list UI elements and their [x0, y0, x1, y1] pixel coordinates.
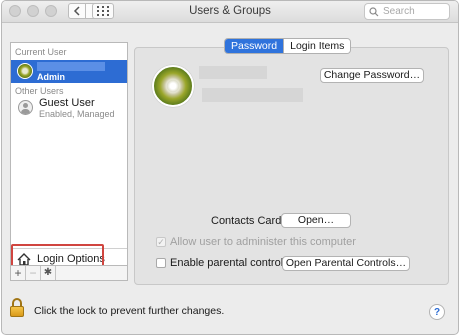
redacted-account-name: [202, 88, 303, 102]
guest-user-icon: [18, 100, 33, 115]
open-contacts-card-button[interactable]: Open…: [281, 213, 351, 228]
guest-user-status: Enabled, Managed: [39, 109, 115, 119]
user-picture[interactable]: [152, 65, 194, 107]
lock-status-text: Click the lock to prevent further change…: [34, 305, 225, 317]
parental-controls-label: Enable parental controls: [170, 257, 289, 269]
sidebar-item-current-user[interactable]: Admin: [11, 60, 127, 83]
sidebar-item-guest-user[interactable]: Guest User Enabled, Managed: [11, 96, 127, 120]
user-role-label: Admin: [37, 72, 65, 82]
search-input[interactable]: [383, 6, 443, 17]
gear-icon[interactable]: ✱: [41, 266, 56, 280]
parental-controls-row[interactable]: Enable parental controls: [156, 257, 289, 269]
lock-icon[interactable]: [10, 298, 24, 318]
tab-password[interactable]: Password: [225, 39, 284, 53]
parental-controls-checkbox[interactable]: [156, 258, 166, 268]
guest-user-name: Guest User: [39, 97, 95, 109]
remove-user-button[interactable]: −: [26, 266, 41, 280]
avatar: [17, 63, 33, 79]
allow-admin-row: ✓ Allow user to administer this computer: [156, 236, 356, 248]
open-parental-controls-button[interactable]: Open Parental Controls…: [282, 256, 410, 271]
tab-login-items[interactable]: Login Items: [283, 39, 351, 53]
redacted-full-name: [199, 66, 267, 79]
title-bar: Users & Groups: [2, 1, 458, 23]
help-button[interactable]: ?: [429, 304, 445, 320]
sidebar-controls: + − ✱: [10, 265, 128, 281]
search-field[interactable]: [364, 3, 450, 20]
tab-bar: Password Login Items: [224, 38, 352, 54]
allow-admin-checkbox: ✓: [156, 236, 166, 247]
add-user-button[interactable]: +: [11, 266, 26, 280]
search-icon: [369, 6, 379, 16]
current-user-header: Current User: [15, 47, 67, 57]
contacts-card-label: Contacts Card:: [211, 215, 285, 227]
other-users-header: Other Users: [15, 86, 64, 96]
allow-admin-label: Allow user to administer this computer: [170, 236, 356, 248]
change-password-button[interactable]: Change Password…: [320, 68, 424, 83]
redacted-username: [37, 62, 105, 71]
